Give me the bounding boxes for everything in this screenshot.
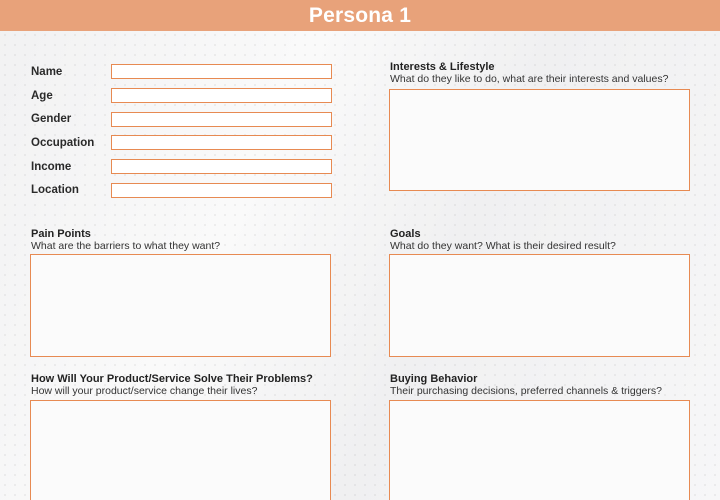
gender-label: Gender <box>31 113 72 125</box>
buying-behavior-subtitle: Their purchasing decisions, preferred ch… <box>390 385 662 397</box>
solution-subtitle: How will your product/service change the… <box>31 385 258 397</box>
name-label: Name <box>31 66 63 78</box>
location-field[interactable] <box>111 183 332 198</box>
buying-behavior-textbox[interactable] <box>389 400 690 500</box>
income-field[interactable] <box>111 159 332 174</box>
goals-subtitle: What do they want? What is their desired… <box>390 240 616 252</box>
page-title: Persona 1 <box>308 3 412 27</box>
solution-title: How Will Your Product/Service Solve Thei… <box>31 373 313 385</box>
pain-points-title: Pain Points <box>31 228 91 240</box>
occupation-field[interactable] <box>111 135 332 150</box>
interests-textbox[interactable] <box>389 89 690 191</box>
location-label: Location <box>31 184 79 196</box>
solution-textbox[interactable] <box>30 400 331 500</box>
buying-behavior-title: Buying Behavior <box>390 373 478 385</box>
interests-subtitle: What do they like to do, what are their … <box>390 73 669 85</box>
age-field[interactable] <box>111 88 332 103</box>
goals-title: Goals <box>390 228 421 240</box>
occupation-label: Occupation <box>31 137 95 149</box>
age-label: Age <box>31 90 53 102</box>
goals-textbox[interactable] <box>389 254 690 357</box>
gender-field[interactable] <box>111 112 332 127</box>
name-field[interactable] <box>111 64 332 79</box>
persona-worksheet: Persona 1 Name Age Gender Occupation Inc… <box>0 0 720 500</box>
header-bar: Persona 1 <box>0 0 720 31</box>
pain-points-textbox[interactable] <box>30 254 331 357</box>
pain-points-subtitle: What are the barriers to what they want? <box>31 240 221 252</box>
income-label: Income <box>31 161 72 173</box>
interests-title: Interests & Lifestyle <box>390 61 495 73</box>
